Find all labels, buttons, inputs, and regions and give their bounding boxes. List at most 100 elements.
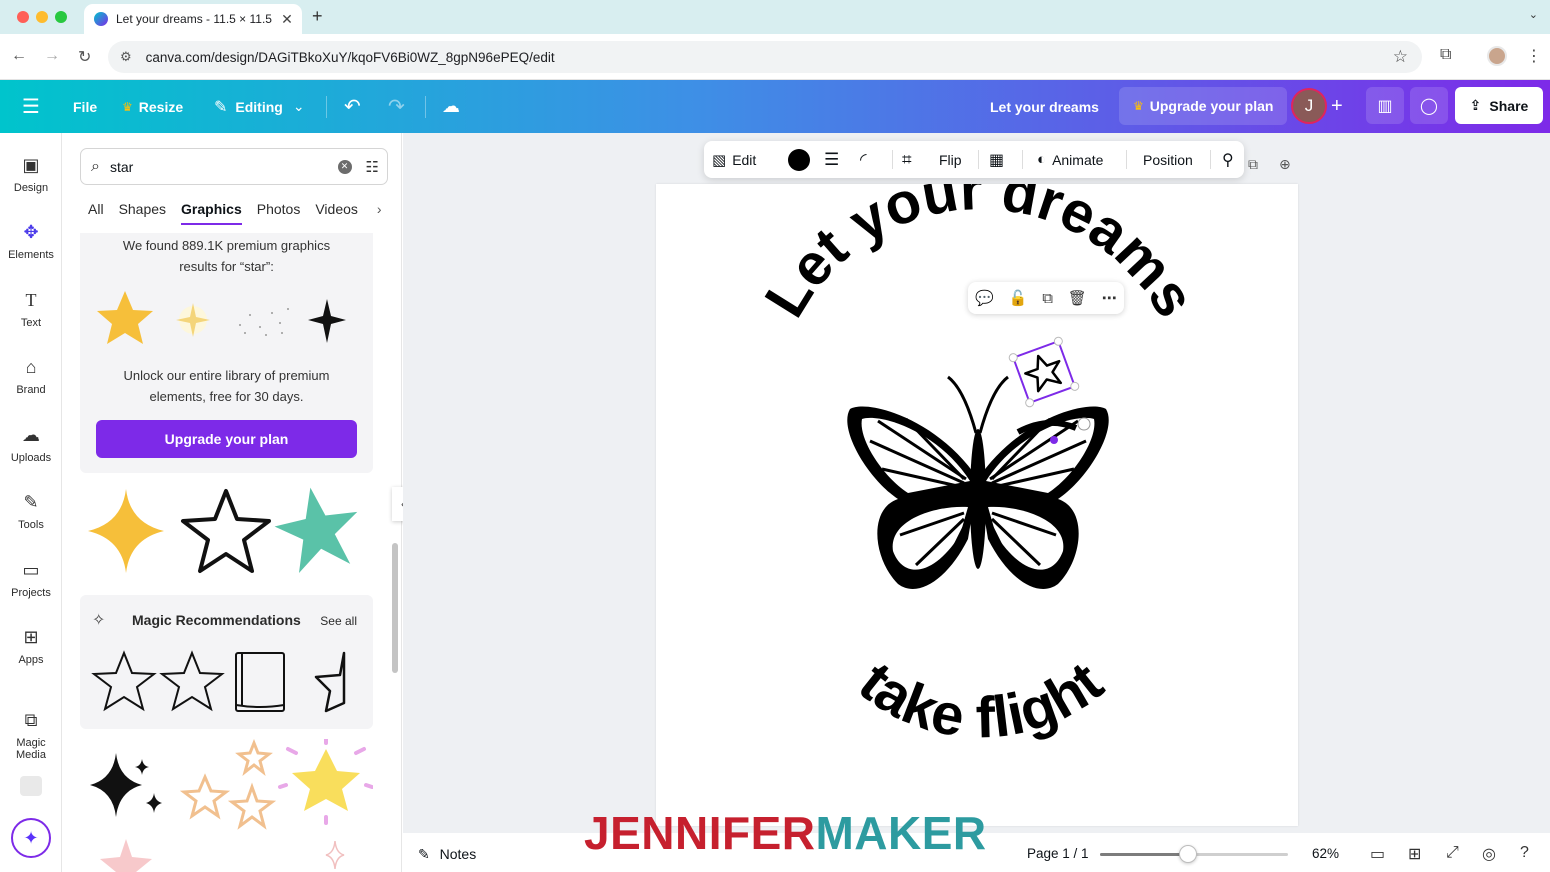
rail-item-apps[interactable]: ⊞ Apps xyxy=(0,627,62,666)
tab-videos[interactable]: Videos xyxy=(315,201,358,225)
edit-image-button[interactable]: ▧ Edit xyxy=(712,141,756,178)
crop-icon[interactable]: ⌗ xyxy=(902,141,912,178)
thin-star-result[interactable] xyxy=(91,650,157,712)
add-page-icon[interactable]: ⊕ xyxy=(1279,156,1291,173)
page-view-icon[interactable]: ▭ xyxy=(1370,844,1385,864)
lock-icon[interactable]: 🔓 xyxy=(1009,289,1028,307)
bookmark-star-icon[interactable]: ☆ xyxy=(1393,47,1408,67)
yellow-star-burst-result[interactable] xyxy=(278,739,373,825)
tab-search-chevron-icon[interactable]: ⌄ xyxy=(1529,8,1538,21)
notes-button[interactable]: ✎ Notes xyxy=(418,846,476,863)
new-tab-icon[interactable]: + xyxy=(312,6,323,27)
teal-star-result[interactable] xyxy=(269,483,366,576)
more-options-icon[interactable]: ⋯ xyxy=(1102,289,1117,307)
browser-menu-icon[interactable]: ⋮ xyxy=(1526,46,1542,66)
doodle-stars-result[interactable] xyxy=(179,739,277,830)
panel-upgrade-button[interactable]: Upgrade your plan xyxy=(96,420,357,458)
grid-view-icon[interactable]: ⊞ xyxy=(1408,844,1421,864)
rail-item-magic-media[interactable]: ⧉ Magic Media xyxy=(0,710,62,761)
reload-icon[interactable]: ↻ xyxy=(78,47,91,67)
tab-graphics[interactable]: Graphics xyxy=(181,201,242,225)
check-icon[interactable]: ◎ xyxy=(1482,844,1496,864)
half-star-result[interactable] xyxy=(314,651,346,713)
transparency-icon[interactable]: ▦ xyxy=(989,141,1004,178)
book-result[interactable] xyxy=(235,652,285,712)
fullscreen-icon[interactable]: ⤢ xyxy=(1446,844,1459,862)
canva-assistant-sparkle-icon[interactable]: ✦ xyxy=(11,818,51,858)
results-line-2: results for “star”: xyxy=(179,259,274,274)
file-menu-button[interactable]: File xyxy=(73,80,97,133)
forward-icon[interactable]: → xyxy=(44,47,60,65)
site-info-icon[interactable]: ⚙ xyxy=(120,49,132,65)
undo-icon[interactable]: ↶ xyxy=(344,80,361,133)
upgrade-plan-button[interactable]: ♛ Upgrade your plan xyxy=(1119,87,1288,125)
elements-icon: ✥ xyxy=(23,222,39,242)
tab-photos[interactable]: Photos xyxy=(257,201,301,225)
share-button[interactable]: ⇪ Share xyxy=(1455,87,1543,124)
design-page[interactable]: Let your dreams take flight xyxy=(656,157,1298,826)
browser-tab[interactable]: Let your dreams - 11.5 × 11.5 ✕ xyxy=(84,4,302,34)
comment-add-icon[interactable]: 💬 xyxy=(975,289,994,307)
panel-scrollbar[interactable] xyxy=(392,543,398,673)
outline-star-result[interactable] xyxy=(181,489,271,573)
maximize-window-button[interactable] xyxy=(55,11,67,23)
color-swatch-button[interactable] xyxy=(788,141,810,178)
search-input[interactable]: ⌕ star ✕ ☷ xyxy=(80,148,388,185)
page-indicator[interactable]: Page 1 / 1 xyxy=(1027,846,1089,861)
corner-rounding-icon[interactable]: ◜ xyxy=(860,141,867,178)
extensions-icon[interactable]: ⧉ xyxy=(1440,46,1451,64)
editing-mode-button[interactable]: ✎ Editing ⌄ xyxy=(214,80,305,133)
rail-item-uploads[interactable]: ☁ Uploads xyxy=(0,425,62,464)
pink-star-partial-result[interactable] xyxy=(100,839,152,872)
design-canvas: Let your dreams take flight xyxy=(752,157,1207,751)
flip-button[interactable]: Flip xyxy=(939,141,962,178)
see-all-link[interactable]: See all xyxy=(320,614,357,628)
close-tab-icon[interactable]: ✕ xyxy=(278,11,296,28)
filter-icon[interactable]: ☷ xyxy=(366,158,379,176)
thin-star-result-2[interactable] xyxy=(159,650,225,712)
redo-icon[interactable]: ↷ xyxy=(388,80,405,133)
comments-icon[interactable]: ◯ xyxy=(1410,87,1448,124)
canva-favicon-icon xyxy=(94,12,108,26)
rail-app-thumbnail[interactable] xyxy=(20,776,42,796)
help-icon[interactable]: ? xyxy=(1520,844,1529,862)
rail-item-tools[interactable]: ✎ Tools xyxy=(0,492,62,531)
insights-chart-icon[interactable]: ▥ xyxy=(1366,87,1404,124)
main-menu-icon[interactable]: ☰ xyxy=(22,80,40,133)
invite-plus-icon[interactable]: + xyxy=(1331,80,1343,133)
rail-item-text[interactable]: T Text xyxy=(0,290,62,329)
zoom-percentage[interactable]: 62% xyxy=(1312,846,1339,861)
magic-results xyxy=(91,650,346,713)
tabs-next-chevron-icon[interactable]: › xyxy=(377,201,382,225)
border-style-icon[interactable]: ☰ xyxy=(824,141,839,178)
position-button[interactable]: Position xyxy=(1143,141,1193,178)
premium-preview-graphics xyxy=(97,291,346,344)
tab-shapes[interactable]: Shapes xyxy=(119,201,166,225)
document-title[interactable]: Let your dreams xyxy=(990,80,1099,133)
url-field[interactable]: ⚙ canva.com/design/DAGiTBkoXuY/kqoFV6Bi0… xyxy=(108,41,1422,73)
tab-all[interactable]: All xyxy=(88,201,104,225)
small-sparkle-partial-result[interactable] xyxy=(325,840,345,870)
rail-item-design[interactable]: ▣ Design xyxy=(0,155,62,194)
duplicate-page-icon[interactable]: ⧉ xyxy=(1248,156,1258,173)
delete-icon[interactable]: 🗑 xyxy=(1068,289,1087,307)
copy-style-paint-roller-icon[interactable]: ⚲ xyxy=(1222,141,1234,178)
rail-item-projects[interactable]: ▭ Projects xyxy=(0,560,62,599)
rail-item-brand[interactable]: ⌂ Brand xyxy=(0,357,62,396)
user-avatar[interactable]: J xyxy=(1291,88,1327,124)
rail-item-elements[interactable]: ✥ Elements xyxy=(0,222,62,261)
curved-bottom-text[interactable]: take flight xyxy=(847,649,1115,750)
butterfly-graphic[interactable] xyxy=(847,375,1109,589)
animate-button[interactable]: ◐ Animate xyxy=(1037,141,1103,178)
resize-button[interactable]: ♛ Resize xyxy=(122,80,183,133)
duplicate-icon[interactable]: ⧉ xyxy=(1042,290,1053,307)
black-sparkles-result[interactable] xyxy=(90,753,162,817)
close-window-button[interactable] xyxy=(17,11,29,23)
browser-profile-avatar[interactable] xyxy=(1487,46,1507,66)
selected-star-element[interactable] xyxy=(1008,336,1080,408)
gold-sparkle-result[interactable] xyxy=(88,489,164,573)
cloud-saved-icon[interactable]: ☁ xyxy=(442,80,460,133)
clear-search-icon[interactable]: ✕ xyxy=(337,159,352,174)
minimize-window-button[interactable] xyxy=(36,11,48,23)
back-icon[interactable]: ← xyxy=(11,47,27,65)
